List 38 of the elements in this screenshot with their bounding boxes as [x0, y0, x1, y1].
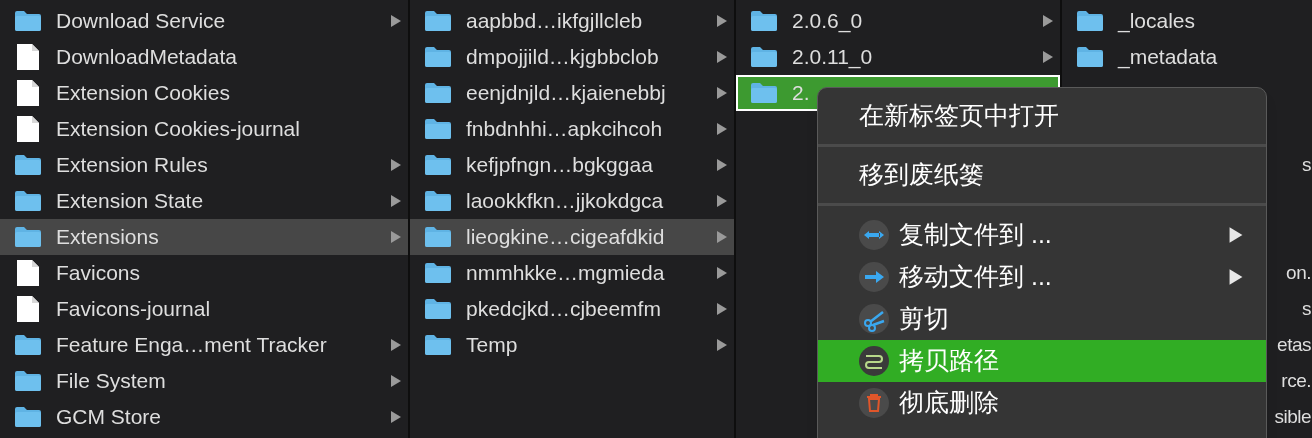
- menu-item-label: 移动文件到 ...: [899, 261, 1053, 293]
- file-name: Extension Cookies: [56, 80, 231, 107]
- file-name: 2.0.6_0: [792, 8, 864, 35]
- file-name: Download Service: [56, 8, 227, 35]
- file-name: Favicons-journal: [56, 296, 212, 323]
- file-name: sible: [1274, 404, 1311, 429]
- file-name: aapbbd…ikfgjllcleb: [466, 8, 644, 35]
- file-name: Extension Rules: [56, 152, 209, 179]
- file-name: _locales: [1118, 8, 1196, 35]
- file-name: Feature Enga…ment Tracker: [56, 332, 328, 359]
- file-name: dmpojjild…kjgbbclob: [466, 44, 660, 71]
- menu-item-label: 拷贝路径: [899, 345, 1000, 377]
- file-name: s: [1302, 296, 1311, 321]
- menu-item-label: 复制文件到 ...: [899, 219, 1053, 251]
- file-name: kefjpfngn…bgkggaa: [466, 152, 654, 179]
- file-name: rce.: [1281, 368, 1311, 393]
- file-name: Temp: [466, 332, 519, 359]
- file-name: Extension State: [56, 188, 205, 215]
- file-name: pkedcjkd…cjbeemfm: [466, 296, 662, 323]
- file-name: lieogkine…cigeafdkid: [466, 224, 666, 251]
- menu-item-label: 彻底删除: [899, 387, 1000, 419]
- file-name: _metadata: [1118, 44, 1218, 71]
- file-name: on.: [1286, 260, 1311, 285]
- file-name: File System: [56, 368, 167, 395]
- file-name: Favicons: [56, 260, 142, 287]
- file-name: DownloadMetadata: [56, 44, 238, 71]
- file-name: laookkfkn…jjkokdgca: [466, 188, 665, 215]
- menu-item-label: 剪切: [899, 303, 950, 335]
- file-name: eenjdnjld…kjaienebbj: [466, 80, 667, 107]
- file-name: 2.: [792, 80, 811, 107]
- file-name: Extension Cookies-journal: [56, 116, 301, 143]
- file-name: fnbdnhhi…apkcihcoh: [466, 116, 664, 143]
- file-name: s: [1302, 152, 1311, 177]
- file-name: nmmhkke…mgmieda: [466, 260, 666, 287]
- file-name: etas: [1277, 332, 1311, 357]
- file-name: GCM Store: [56, 404, 163, 431]
- file-name: 2.0.11_0: [792, 44, 874, 71]
- file-name: Extensions: [56, 224, 160, 251]
